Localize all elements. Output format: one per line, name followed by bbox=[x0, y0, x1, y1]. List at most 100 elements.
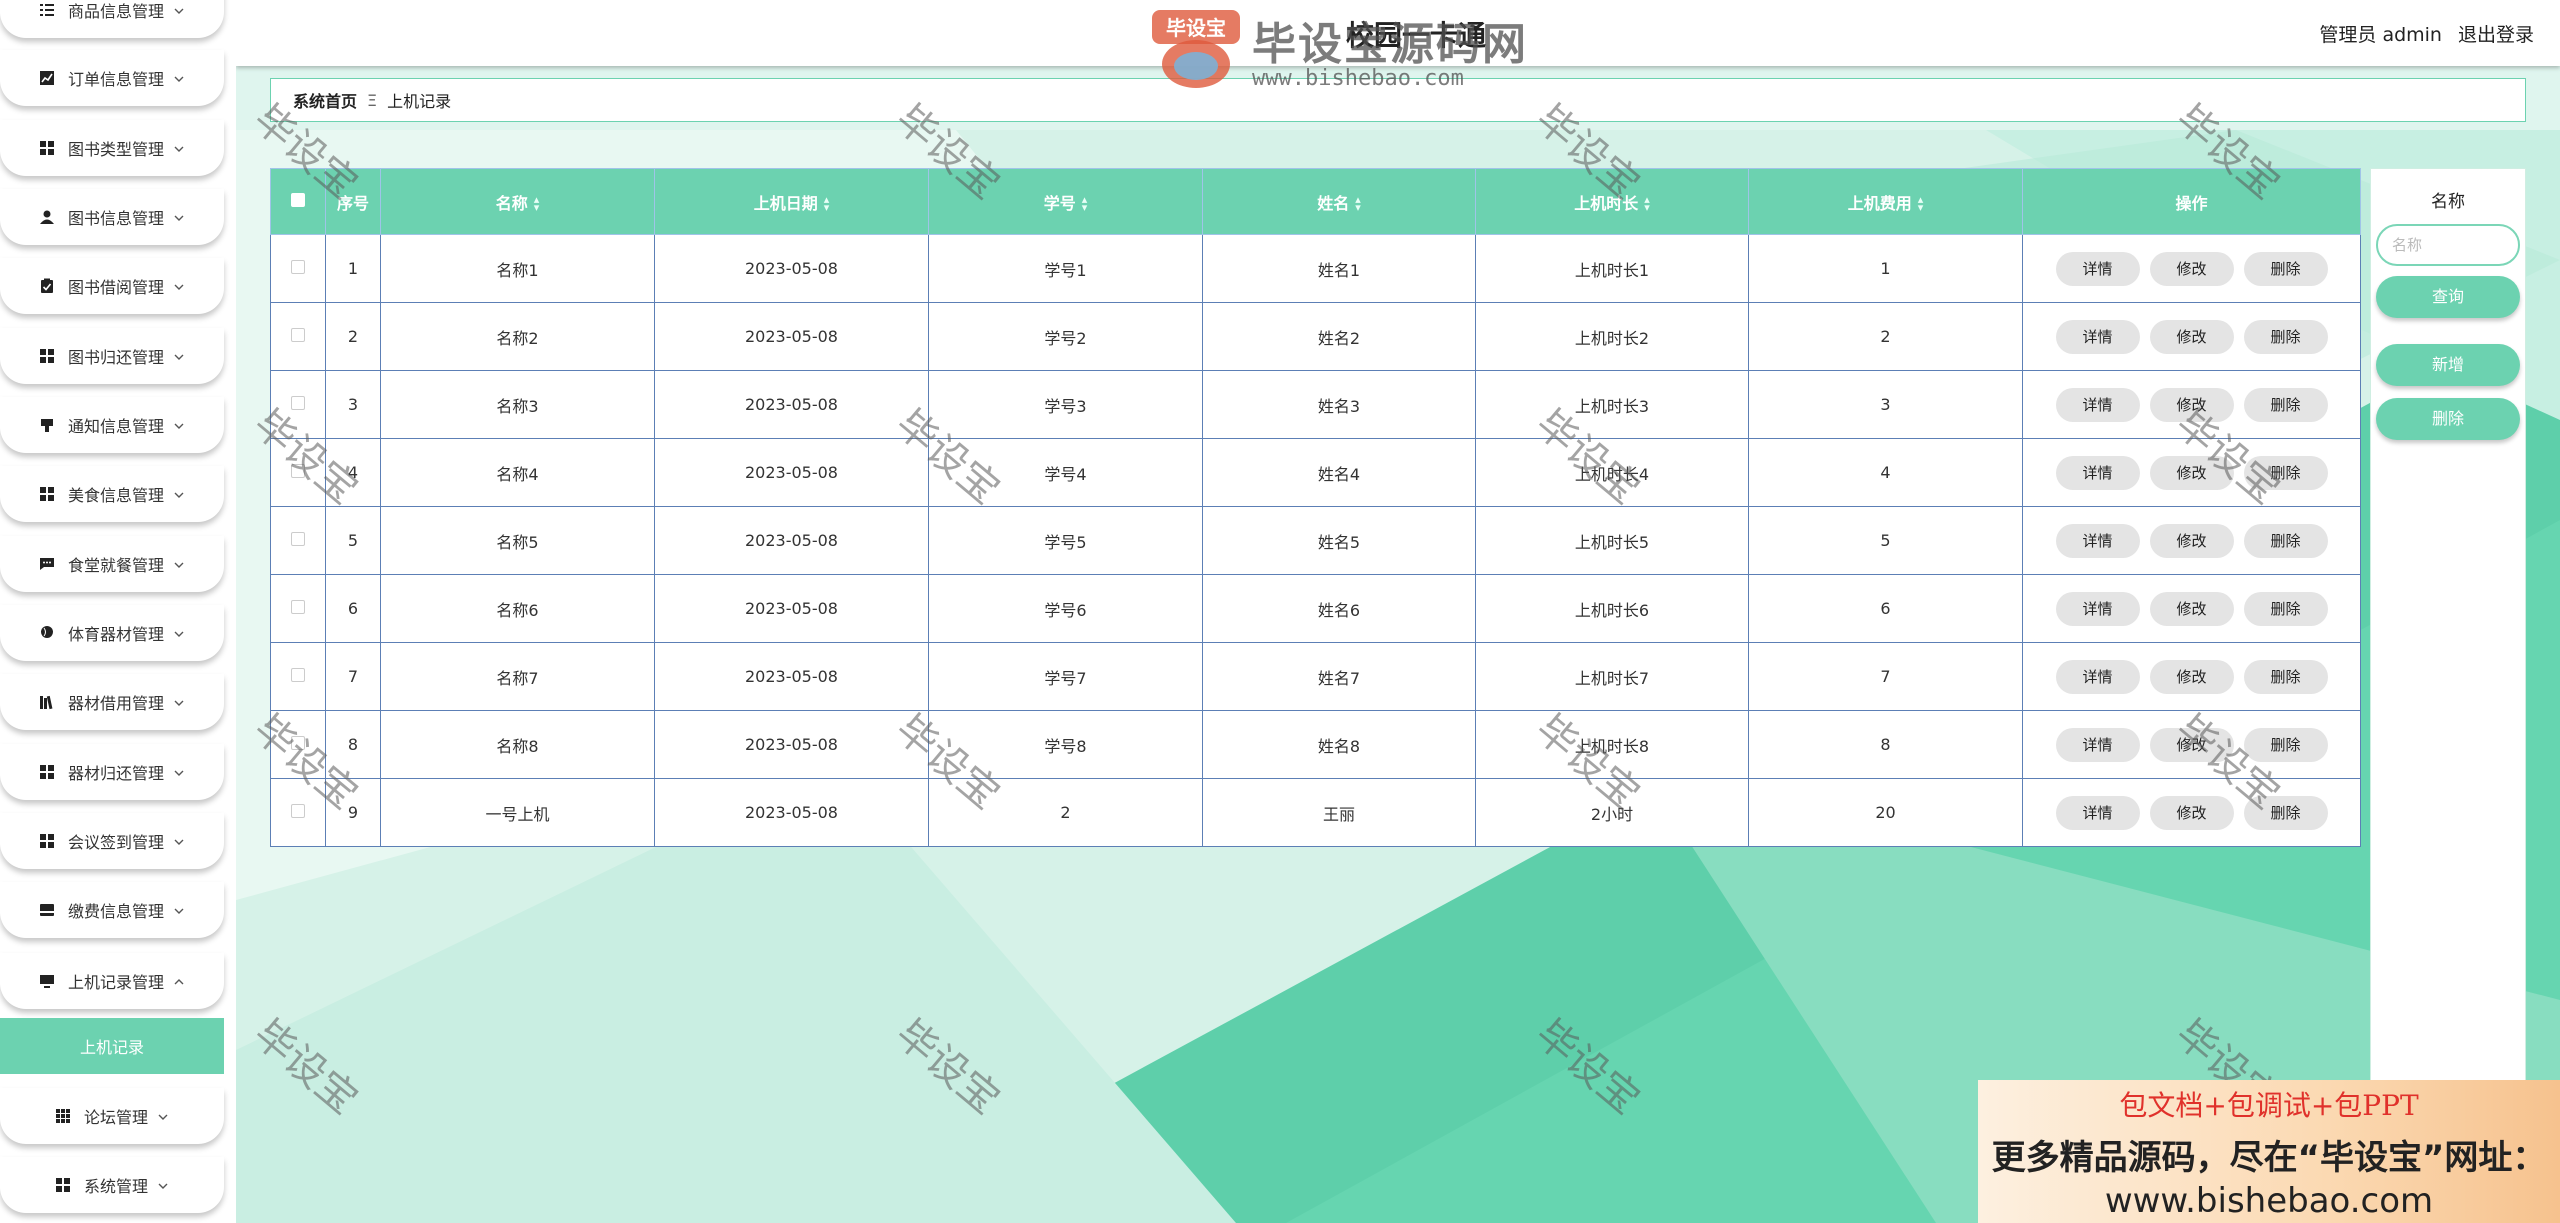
monitor-icon bbox=[38, 972, 56, 990]
row-checkbox[interactable] bbox=[291, 260, 305, 274]
search-label: 名称 bbox=[2431, 192, 2465, 212]
detail-button[interactable]: 详情 bbox=[2055, 591, 2140, 626]
delete-button[interactable]: 删除 bbox=[2243, 523, 2328, 558]
logout-link[interactable]: 退出登录 bbox=[2458, 20, 2534, 47]
sidebar-menu-item[interactable]: 上机记录管理 bbox=[0, 953, 224, 1009]
row-select-cell[interactable] bbox=[270, 506, 326, 575]
edit-button[interactable]: 修改 bbox=[2149, 387, 2234, 422]
select-all-checkbox[interactable] bbox=[291, 193, 305, 207]
column-header[interactable]: 上机日期 ▴ ▾ bbox=[654, 168, 929, 235]
row-checkbox[interactable] bbox=[291, 668, 305, 682]
column-header: 序号 bbox=[325, 168, 381, 235]
detail-button[interactable]: 详情 bbox=[2055, 251, 2140, 286]
sidebar-menu-item[interactable]: 体育器材管理 bbox=[0, 605, 224, 661]
row-select-cell[interactable] bbox=[270, 234, 326, 303]
add-button[interactable]: 新增 bbox=[2376, 344, 2520, 386]
sidebar-menu-item[interactable]: 美食信息管理 bbox=[0, 466, 224, 522]
detail-button[interactable]: 详情 bbox=[2055, 455, 2140, 490]
column-header[interactable]: 姓名 ▴ ▾ bbox=[1202, 168, 1476, 235]
delete-button[interactable]: 删除 bbox=[2243, 795, 2328, 830]
edit-button[interactable]: 修改 bbox=[2149, 795, 2234, 830]
delete-button[interactable]: 删除 bbox=[2243, 319, 2328, 354]
edit-button[interactable]: 修改 bbox=[2149, 251, 2234, 286]
edit-button[interactable]: 修改 bbox=[2149, 319, 2234, 354]
edit-button[interactable]: 修改 bbox=[2149, 455, 2234, 490]
edit-button[interactable]: 修改 bbox=[2149, 523, 2234, 558]
detail-button[interactable]: 详情 bbox=[2055, 795, 2140, 830]
cell-date: 2023-05-08 bbox=[654, 710, 929, 779]
batch-delete-button[interactable]: 删除 bbox=[2376, 398, 2520, 440]
sort-icon[interactable]: ▴ ▾ bbox=[824, 194, 830, 213]
cell-student-name: 姓名4 bbox=[1202, 438, 1476, 507]
promo-banner: 包文档+包调试+包PPT 更多精品源码，尽在“毕设宝”网址： www.bishe… bbox=[1978, 1080, 2560, 1223]
delete-button[interactable]: 删除 bbox=[2243, 659, 2328, 694]
sidebar-menu-item[interactable]: 订单信息管理 bbox=[0, 50, 224, 106]
submenu-item-active[interactable]: 上机记录 bbox=[0, 1018, 224, 1074]
cell-actions: 详情 修改 删除 bbox=[2022, 302, 2361, 371]
row-select-cell[interactable] bbox=[270, 370, 326, 439]
sidebar-menu-item[interactable]: 会议签到管理 bbox=[0, 813, 224, 869]
sidebar-menu-item[interactable]: 论坛管理 bbox=[0, 1088, 224, 1144]
row-checkbox[interactable] bbox=[291, 396, 305, 410]
column-header[interactable]: 名称 ▴ ▾ bbox=[380, 168, 655, 235]
row-select-cell[interactable] bbox=[270, 302, 326, 371]
sidebar-menu-item[interactable]: 图书归还管理 bbox=[0, 328, 224, 384]
cell-index: 5 bbox=[325, 506, 381, 575]
sidebar-menu-item[interactable]: 图书信息管理 bbox=[0, 189, 224, 245]
row-select-cell[interactable] bbox=[270, 710, 326, 779]
sort-icon[interactable]: ▴ ▾ bbox=[1082, 194, 1088, 213]
edit-button[interactable]: 修改 bbox=[2149, 591, 2234, 626]
cell-name: 名称2 bbox=[380, 302, 655, 371]
row-select-cell[interactable] bbox=[270, 642, 326, 711]
row-select-cell[interactable] bbox=[270, 438, 326, 507]
detail-button[interactable]: 详情 bbox=[2055, 659, 2140, 694]
delete-button[interactable]: 删除 bbox=[2243, 251, 2328, 286]
promo-line-2: 更多精品源码，尽在“毕设宝”网址： bbox=[1991, 1138, 2547, 1178]
row-select-cell[interactable] bbox=[270, 574, 326, 643]
row-checkbox[interactable] bbox=[291, 464, 305, 478]
sidebar-menu-item[interactable]: 通知信息管理 bbox=[0, 397, 224, 453]
cell-actions: 详情 修改 删除 bbox=[2022, 710, 2361, 779]
query-button[interactable]: 查询 bbox=[2376, 276, 2520, 318]
sidebar-menu-item[interactable]: 食堂就餐管理 bbox=[0, 536, 224, 592]
cell-date: 2023-05-08 bbox=[654, 642, 929, 711]
column-header[interactable]: 上机时长 ▴ ▾ bbox=[1475, 168, 1749, 235]
breadcrumb-home[interactable]: 系统首页 bbox=[293, 88, 357, 112]
sidebar-menu-item[interactable]: 图书类型管理 bbox=[0, 120, 224, 176]
edit-button[interactable]: 修改 bbox=[2149, 659, 2234, 694]
sort-icon[interactable]: ▴ ▾ bbox=[1918, 194, 1924, 213]
cell-duration: 上机时长7 bbox=[1475, 642, 1749, 711]
delete-button[interactable]: 删除 bbox=[2243, 727, 2328, 762]
sidebar-menu-item[interactable]: 器材借用管理 bbox=[0, 674, 224, 730]
row-checkbox[interactable] bbox=[291, 328, 305, 342]
row-checkbox[interactable] bbox=[291, 600, 305, 614]
detail-button[interactable]: 详情 bbox=[2055, 387, 2140, 422]
sidebar-menu-item[interactable]: 缴费信息管理 bbox=[0, 882, 224, 938]
delete-button[interactable]: 删除 bbox=[2243, 591, 2328, 626]
select-all-header[interactable] bbox=[270, 168, 326, 235]
delete-button[interactable]: 删除 bbox=[2243, 387, 2328, 422]
column-header[interactable]: 学号 ▴ ▾ bbox=[928, 168, 1203, 235]
row-checkbox[interactable] bbox=[291, 736, 305, 750]
detail-button[interactable]: 详情 bbox=[2055, 523, 2140, 558]
detail-button[interactable]: 详情 bbox=[2055, 727, 2140, 762]
row-checkbox[interactable] bbox=[291, 532, 305, 546]
column-header[interactable]: 上机费用 ▴ ▾ bbox=[1748, 168, 2023, 235]
sidebar-menu-item[interactable]: 商品信息管理 bbox=[0, 0, 224, 38]
sidebar-menu-item[interactable]: 图书借阅管理 bbox=[0, 258, 224, 314]
row-select-cell[interactable] bbox=[270, 778, 326, 847]
sidebar-menu-item[interactable]: 系统管理 bbox=[0, 1157, 224, 1213]
delete-button[interactable]: 删除 bbox=[2243, 455, 2328, 490]
sort-icon[interactable]: ▴ ▾ bbox=[1355, 194, 1361, 213]
chevron-down-icon bbox=[172, 279, 186, 293]
chart-icon bbox=[38, 69, 56, 87]
sort-icon[interactable]: ▴ ▾ bbox=[534, 194, 540, 213]
edit-button[interactable]: 修改 bbox=[2149, 727, 2234, 762]
row-checkbox[interactable] bbox=[291, 804, 305, 818]
sidebar-menu-item[interactable]: 器材归还管理 bbox=[0, 744, 224, 800]
search-input[interactable] bbox=[2376, 224, 2520, 266]
sidebar-menu-label: 会议签到管理 bbox=[67, 833, 164, 852]
detail-button[interactable]: 详情 bbox=[2055, 319, 2140, 354]
sidebar: 商品信息管理订单信息管理 图书类型管理 图书信息管理 图书借阅管理 图书归还管理 通知信息… bbox=[0, 0, 224, 1223]
sort-icon[interactable]: ▴ ▾ bbox=[1644, 194, 1650, 213]
